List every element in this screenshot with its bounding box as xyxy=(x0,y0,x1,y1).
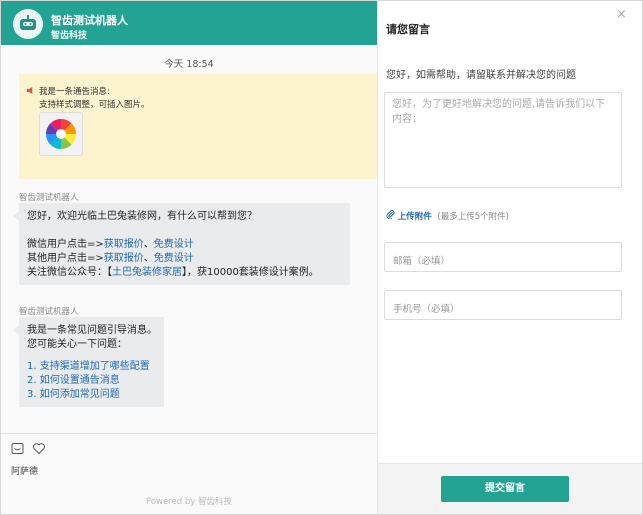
get-quote-link[interactable]: 获取报价 xyxy=(104,253,144,264)
leave-message-panel: 请您留言 × 您好，如需帮助，请留联系并解决您的问题 您好，为了更好地解决您的问… xyxy=(378,1,642,514)
input-divider xyxy=(1,433,377,434)
message-textarea[interactable]: 您好，为了更好地解决您的问题,请告诉我们以下内容： xyxy=(384,92,622,188)
greeting-text: 您好，欢迎光临土巴兔装修网，有什么可以帮到您？ xyxy=(27,211,257,222)
faq-question-2[interactable]: 2. 如何设置通告消息 xyxy=(27,374,120,388)
close-icon[interactable]: × xyxy=(616,7,627,22)
powered-by: Powered by 智齿科技 xyxy=(146,497,232,507)
notice-message: 我是一条通告消息: 支持样式调整，可插入图片。 xyxy=(19,74,377,179)
bot-message-bubble: 您好，欢迎光临土巴兔装修网，有什么可以帮到您？ 微信用户点击=>获取报价、免费设… xyxy=(13,203,350,285)
timestamp: 今天 18:54 xyxy=(164,59,214,70)
email-field[interactable]: 邮箱（必填） xyxy=(384,242,622,272)
paperclip-icon[interactable] xyxy=(386,210,398,222)
wechat-account-link[interactable]: 土巴兔装修家居 xyxy=(112,267,182,278)
separator: 、 xyxy=(143,253,154,264)
emoji-icon[interactable] xyxy=(11,442,25,456)
panel-title: 请您留言 xyxy=(386,23,430,36)
chat-panel: 智齿测试机器人 智齿科技 今天 18:54 我是一条通告消息: 支持样式调整，可… xyxy=(1,1,377,514)
help-hint: 您好，如需帮助，请留联系并解决您的问题 xyxy=(386,70,576,81)
app-window: 智齿测试机器人 智齿科技 今天 18:54 我是一条通告消息: 支持样式调整，可… xyxy=(0,0,643,515)
faq-question-1[interactable]: 1. 支持渠道增加了哪些配置 xyxy=(27,360,150,374)
faq-message-bubble: 我是一条常见问题引导消息。 您可能关心一下问题： 1. 支持渠道增加了哪些配置 … xyxy=(13,317,164,407)
notice-title: 我是一条通告消息: xyxy=(39,87,110,97)
panel-footer: 提交留言 xyxy=(378,463,642,514)
other-row: 其他用户点击=>获取报价、免费设计 xyxy=(27,252,194,266)
submit-message-button[interactable]: 提交留言 xyxy=(441,476,569,502)
faq-subtitle: 您可能关心一下问题： xyxy=(27,339,127,350)
phone-field[interactable]: 手机号（必填） xyxy=(384,290,622,320)
sender-label: 智齿测试机器人 xyxy=(19,307,79,317)
row-prefix: 微信用户点击=> xyxy=(27,239,104,250)
bot-name: 智齿测试机器人 xyxy=(51,14,128,27)
robot-avatar-icon xyxy=(13,9,43,39)
message-input[interactable]: 阿萨德 xyxy=(11,464,38,477)
attachment-row: 上传附件 (最多上传5个附件) xyxy=(386,209,509,222)
sender-label: 智齿测试机器人 xyxy=(19,193,79,203)
upload-attachment-link[interactable]: 上传附件 xyxy=(398,212,432,222)
row-suffix: 】，获10000套装修设计案例。 xyxy=(182,267,319,278)
wechat-row: 微信用户点击=>获取报价、免费设计 xyxy=(27,238,194,252)
free-design-link[interactable]: 免费设计 xyxy=(154,253,194,264)
row-prefix: 关注微信公众号：【 xyxy=(27,267,112,278)
free-design-link[interactable]: 免费设计 xyxy=(154,239,194,250)
notice-text: 支持样式调整，可插入图片。 xyxy=(39,100,150,110)
color-wheel-image[interactable] xyxy=(39,112,83,156)
speaker-icon xyxy=(26,86,35,98)
company-name: 智齿科技 xyxy=(51,31,88,41)
faq-intro: 我是一条常见问题引导消息。 xyxy=(27,325,157,336)
chat-header: 智齿测试机器人 智齿科技 xyxy=(1,1,377,45)
separator: 、 xyxy=(143,239,154,250)
follow-row: 关注微信公众号：【土巴兔装修家居】，获10000套装修设计案例。 xyxy=(27,266,319,280)
get-quote-link[interactable]: 获取报价 xyxy=(104,239,144,250)
upload-limit-note: (最多上传5个附件) xyxy=(437,212,509,222)
row-prefix: 其他用户点击=> xyxy=(27,253,104,264)
heart-icon[interactable] xyxy=(32,442,46,456)
faq-question-3[interactable]: 3. 如何添加常见问题 xyxy=(27,388,120,402)
